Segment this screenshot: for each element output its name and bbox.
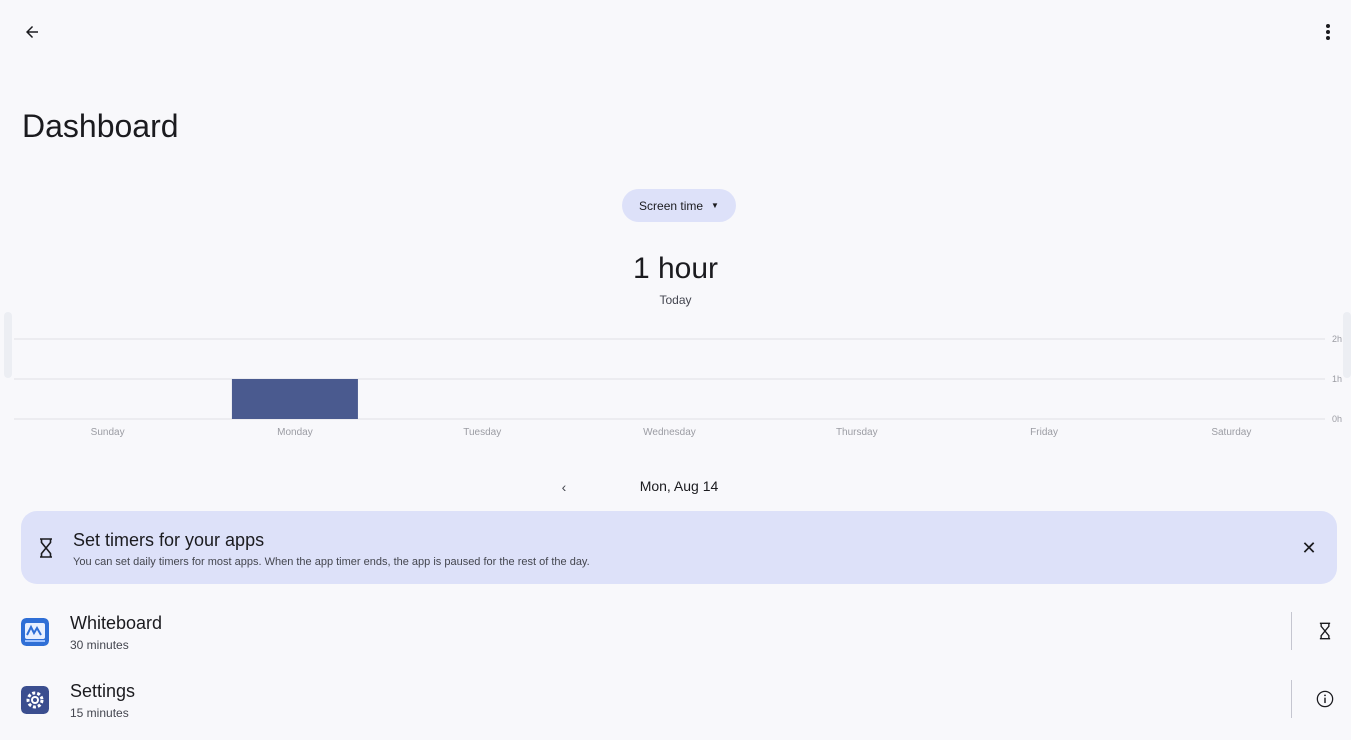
row-divider xyxy=(1291,612,1292,650)
usage-total: 1 hour xyxy=(632,252,719,285)
dropdown-caret-icon: ▼ xyxy=(711,201,719,210)
usage-period-caption: Today xyxy=(659,293,692,307)
app-name: Whiteboard xyxy=(70,613,163,633)
app-timer-banner: Set timers for your apps You can set dai… xyxy=(21,511,1337,584)
usage-bar-chart[interactable]: 2h 1h 0h Sunday Monday Tuesday Wednesday Thursd… xyxy=(0,310,1351,440)
x-axis-day-label: Saturday xyxy=(1211,427,1251,438)
banner-title: Set timers for your apps xyxy=(73,530,265,550)
banner-description: You can set daily timers for most apps. … xyxy=(73,556,590,568)
app-usage-time: 15 minutes xyxy=(70,706,129,720)
row-divider xyxy=(1291,680,1292,718)
metric-selector-label: Screen time xyxy=(639,198,704,213)
chart-bar-monday[interactable] xyxy=(231,379,358,419)
x-axis-day-label: Thursday xyxy=(836,427,878,438)
page-title: Dashboard xyxy=(22,108,179,144)
close-icon: ✕ xyxy=(1301,537,1317,558)
x-axis-day-label: Wednesday xyxy=(643,427,696,438)
app-timer-button[interactable] xyxy=(1312,618,1338,644)
info-icon xyxy=(1316,690,1334,708)
chevron-left-icon: ‹ xyxy=(561,479,567,495)
more-vert-icon xyxy=(1326,24,1330,40)
y-axis-tick-label: 2h xyxy=(1332,334,1342,344)
x-axis-day-label: Sunday xyxy=(91,427,125,438)
arrow-back-icon xyxy=(26,26,38,38)
hourglass-icon xyxy=(40,538,52,558)
dismiss-banner-button[interactable]: ✕ xyxy=(1297,536,1321,560)
y-axis-tick-label: 1h xyxy=(1332,374,1342,384)
hourglass-icon xyxy=(1319,622,1331,640)
settings-app-icon xyxy=(21,686,49,714)
y-axis-tick-label: 0h xyxy=(1332,414,1342,424)
app-name: Settings xyxy=(70,681,136,701)
back-button[interactable] xyxy=(16,16,48,48)
x-axis-day-label: Monday xyxy=(277,427,313,438)
app-row-whiteboard[interactable]: Whiteboard 30 minutes xyxy=(0,598,1351,664)
app-usage-time: 30 minutes xyxy=(70,638,129,652)
whiteboard-app-icon xyxy=(21,618,49,646)
previous-day-button[interactable]: ‹ xyxy=(552,476,576,498)
x-axis-day-label: Friday xyxy=(1030,427,1058,438)
app-row-settings[interactable]: Settings 15 minutes xyxy=(0,666,1351,732)
selected-date: Mon, Aug 14 xyxy=(639,478,719,494)
metric-selector-chip[interactable]: Screen time ▼ xyxy=(622,189,736,222)
app-info-button[interactable] xyxy=(1312,686,1338,712)
more-options-button[interactable] xyxy=(1312,16,1344,48)
x-axis-day-label: Tuesday xyxy=(463,427,501,438)
